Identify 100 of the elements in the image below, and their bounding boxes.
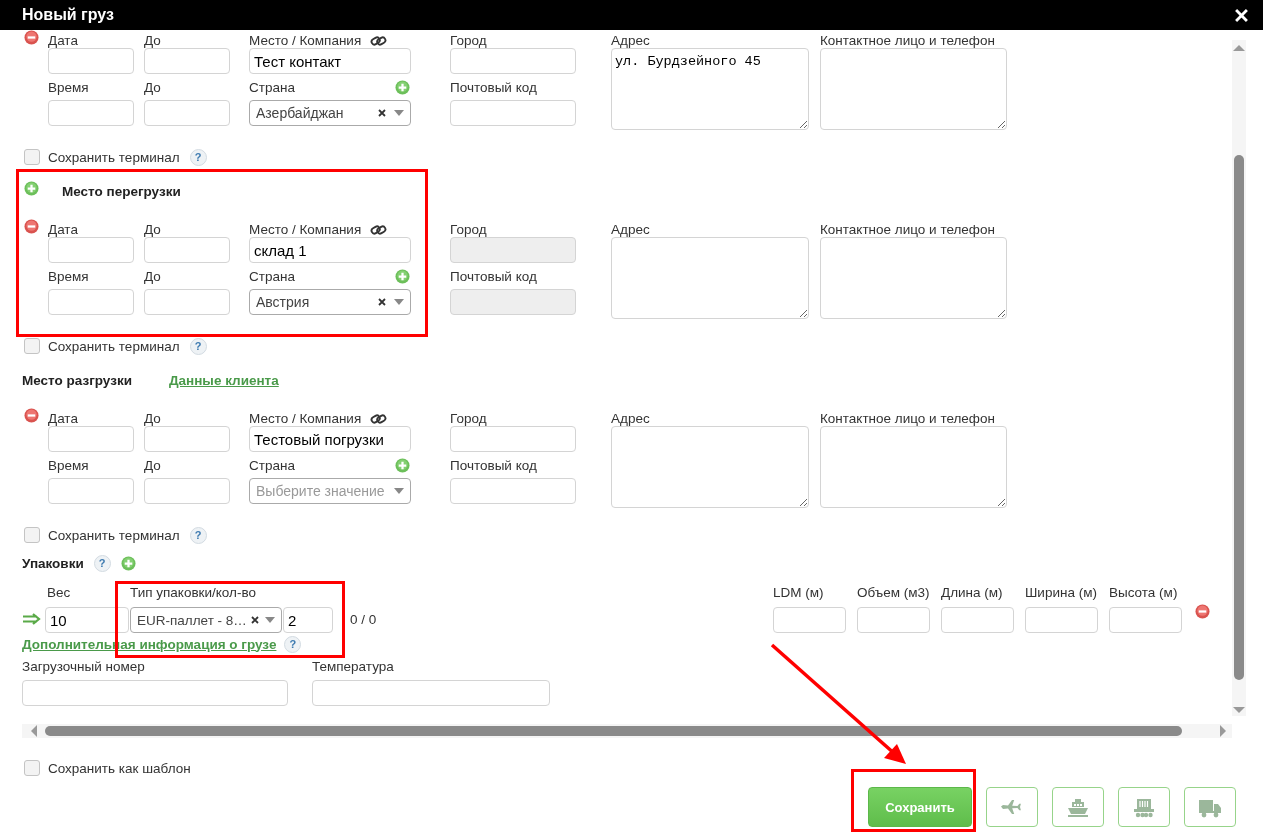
address-field[interactable]	[611, 237, 809, 319]
text-field[interactable]: склад 1	[249, 237, 411, 263]
field-label: Объем (м3)	[857, 585, 930, 600]
text-field[interactable]	[450, 48, 576, 74]
text-field[interactable]	[450, 100, 576, 126]
text-field[interactable]	[144, 426, 230, 452]
help-icon[interactable]: ?	[189, 148, 207, 166]
remove-icon[interactable]	[24, 30, 39, 45]
transport-button[interactable]	[1184, 787, 1236, 827]
package-type-select[interactable]: EUR-паллет - 8…	[130, 607, 282, 633]
text-field[interactable]: Тест контакт	[249, 48, 411, 74]
field-label: Почтовый код	[450, 457, 537, 473]
address-field[interactable]	[611, 426, 809, 508]
text-field[interactable]	[144, 100, 230, 126]
text-field[interactable]	[312, 680, 550, 706]
remove-icon[interactable]	[1195, 604, 1210, 619]
field-label: Дата	[48, 33, 78, 48]
dimension-field[interactable]	[1109, 607, 1182, 633]
country-select[interactable]: Азербайджан	[249, 100, 411, 126]
text-field[interactable]	[48, 100, 134, 126]
field-label: Время	[48, 268, 89, 284]
dimension-field[interactable]	[857, 607, 930, 633]
field-label: До	[144, 411, 161, 426]
transport-button[interactable]	[1118, 787, 1170, 827]
link-icon[interactable]	[370, 411, 388, 426]
link-icon[interactable]	[370, 33, 388, 48]
field-label: До	[144, 457, 161, 473]
add-icon[interactable]	[120, 555, 136, 571]
field-label: Страна	[249, 457, 295, 473]
text-field[interactable]	[144, 237, 230, 263]
caret-icon[interactable]	[394, 488, 404, 494]
contact-field[interactable]	[820, 48, 1007, 130]
window-title: Новый груз	[22, 6, 114, 24]
text-field[interactable]	[48, 237, 134, 263]
checkbox[interactable]	[24, 527, 40, 543]
clear-icon[interactable]	[378, 109, 386, 117]
text-field[interactable]	[144, 289, 230, 315]
text-field[interactable]	[48, 478, 134, 504]
field-label: Город	[450, 222, 487, 237]
field-label: Загрузочный номер	[22, 659, 146, 674]
field-label: Контактное лицо и телефон	[820, 222, 995, 237]
address-field[interactable]: ул. Бурдзейного 45	[611, 48, 809, 130]
checkbox[interactable]	[24, 338, 40, 354]
text-field[interactable]: Тестовый погрузки	[249, 426, 411, 452]
field-label: Адрес	[611, 33, 650, 48]
text-field[interactable]	[450, 426, 576, 452]
remove-icon[interactable]	[24, 408, 39, 423]
remove-icon[interactable]	[24, 219, 39, 234]
add-icon[interactable]	[395, 79, 410, 95]
add-icon[interactable]	[395, 457, 410, 473]
field-label: Тип упаковки/кол-во	[130, 585, 257, 600]
contact-field[interactable]	[820, 426, 1007, 508]
text-field[interactable]	[48, 48, 134, 74]
section-title: Место разгрузки	[22, 372, 132, 388]
help-icon[interactable]: ?	[189, 337, 207, 355]
transport-button[interactable]	[1052, 787, 1104, 827]
add-icon[interactable]	[395, 268, 410, 284]
horizontal-scrollbar[interactable]	[22, 724, 1232, 738]
country-select[interactable]: Австрия	[249, 289, 411, 315]
field-label: Дата	[48, 411, 78, 426]
contact-field[interactable]	[820, 237, 1007, 319]
field-label: До	[144, 79, 161, 95]
checkbox[interactable]	[24, 149, 40, 165]
close-icon[interactable]	[1235, 8, 1248, 22]
text-field[interactable]	[22, 680, 288, 706]
quantity-field[interactable]: 2	[283, 607, 333, 633]
field-label: До	[144, 222, 161, 237]
field-label: Адрес	[611, 222, 650, 237]
dimension-field[interactable]	[773, 607, 846, 633]
link-icon[interactable]	[370, 222, 388, 237]
text-field[interactable]	[48, 289, 134, 315]
weight-field[interactable]: 10	[45, 607, 129, 633]
field-label: Контактное лицо и телефон	[820, 33, 995, 48]
section-title: Место перегрузки	[62, 183, 181, 199]
checkbox-label: Сохранить терминал	[48, 338, 180, 354]
field-label: Город	[450, 33, 487, 48]
field-label: Город	[450, 411, 487, 426]
clear-icon[interactable]	[251, 616, 259, 624]
dimension-field[interactable]	[941, 607, 1014, 633]
add-icon[interactable]	[24, 180, 39, 196]
clear-icon[interactable]	[378, 298, 386, 306]
ship-icon	[1066, 796, 1090, 818]
field-label: Почтовый код	[450, 79, 537, 95]
text-field[interactable]	[144, 48, 230, 74]
checkbox[interactable]	[24, 760, 40, 776]
text-field[interactable]	[144, 478, 230, 504]
field-label: LDM (м)	[773, 585, 825, 600]
caret-icon[interactable]	[394, 299, 404, 305]
text-field[interactable]	[450, 478, 576, 504]
help-icon[interactable]: ?	[93, 554, 111, 572]
help-icon[interactable]: ?	[189, 526, 207, 544]
dimension-field[interactable]	[1025, 607, 1098, 633]
right-arrow-icon	[23, 613, 41, 625]
transport-button[interactable]	[986, 787, 1038, 827]
field-label: Место / Компания	[249, 33, 362, 48]
caret-icon[interactable]	[265, 617, 275, 623]
caret-icon[interactable]	[394, 110, 404, 116]
vertical-scrollbar[interactable]	[1232, 40, 1246, 716]
help-icon[interactable]: ?	[284, 635, 302, 653]
text-field[interactable]	[48, 426, 134, 452]
